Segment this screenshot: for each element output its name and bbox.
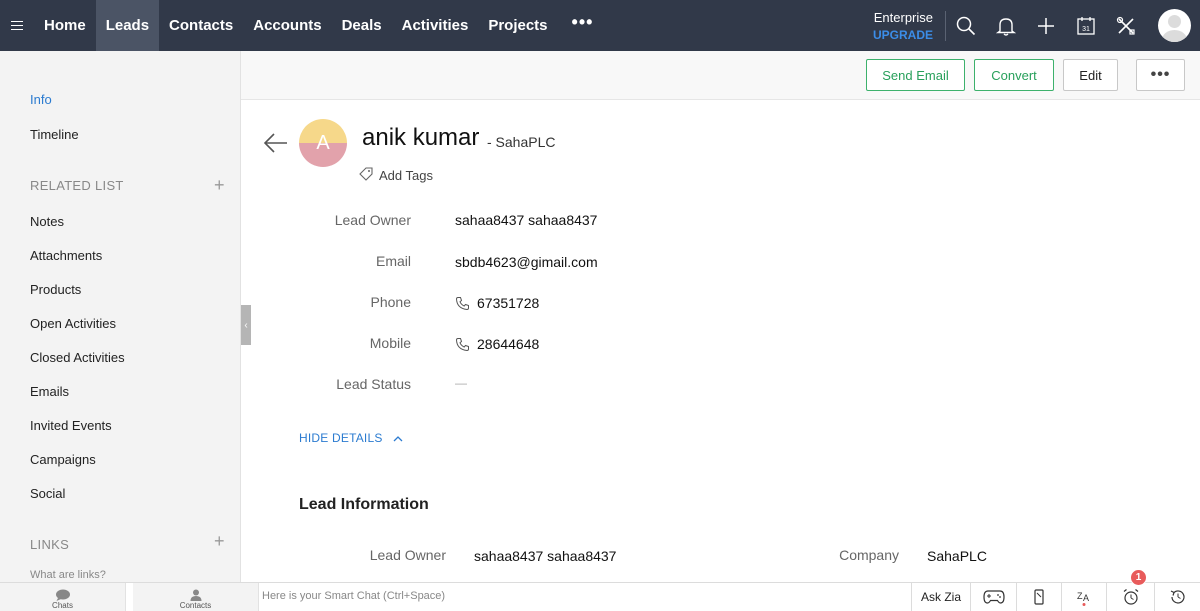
history-icon[interactable]	[1154, 583, 1200, 611]
li-value-company[interactable]: SahaPLC	[927, 548, 987, 564]
user-avatar[interactable]	[1158, 9, 1191, 42]
li-value-lead-owner[interactable]: sahaa8437 sahaa8437	[474, 548, 616, 564]
sidebar-item-closed-activities[interactable]: Closed Activities	[30, 350, 125, 365]
email-text: sbdb4623@gimail.com	[455, 254, 598, 270]
translate-icon[interactable]: ZA	[1061, 583, 1106, 611]
sidebar-item-social[interactable]: Social	[30, 486, 65, 501]
record-company: - SahaPLC	[487, 134, 556, 150]
edition-info: Enterprise UPGRADE	[873, 9, 946, 42]
edit-button[interactable]: Edit	[1063, 59, 1118, 91]
chats-label: Chats	[52, 601, 73, 610]
li-label-lead-owner: Lead Owner	[369, 547, 446, 563]
edition-label: Enterprise	[873, 9, 933, 25]
left-sidebar: Info Timeline RELATED LIST + Notes Attac…	[0, 51, 241, 582]
sidebar-item-campaigns[interactable]: Campaigns	[30, 452, 96, 467]
plus-icon[interactable]	[1026, 0, 1066, 51]
field-label-lead-status: Lead Status	[336, 376, 411, 392]
hamburger-menu-icon[interactable]	[0, 0, 34, 51]
sidebar-item-open-activities[interactable]: Open Activities	[30, 316, 116, 331]
field-label-phone: Phone	[370, 294, 411, 310]
sidebar-item-info[interactable]: Info	[30, 92, 52, 107]
more-actions-button[interactable]: •••	[1136, 59, 1185, 91]
top-navigation-bar: Home Leads Contacts Accounts Deals Activ…	[0, 0, 1200, 51]
nav-tab-leads[interactable]: Leads	[95, 0, 160, 51]
mobile-text: 28644648	[477, 336, 540, 352]
nav-tab-activities[interactable]: Activities	[392, 0, 479, 51]
phone-icon	[455, 337, 469, 351]
lead-owner-text: sahaa8437 sahaa8437	[455, 212, 598, 228]
bottom-right-tools: Ask Zia ZA	[911, 583, 1200, 611]
gamepad-icon[interactable]	[970, 583, 1016, 611]
svg-text:A: A	[1083, 593, 1089, 603]
back-arrow-icon[interactable]	[263, 132, 289, 154]
chats-tab[interactable]: Chats	[0, 583, 126, 611]
related-list-heading: RELATED LIST	[30, 178, 124, 193]
nav-tab-projects[interactable]: Projects	[478, 0, 557, 51]
sidebar-item-products[interactable]: Products	[30, 282, 81, 297]
chat-bubble-icon	[55, 589, 70, 601]
nav-more-button[interactable]: •••	[558, 12, 608, 33]
search-icon[interactable]	[946, 0, 986, 51]
field-label-email: Email	[375, 253, 411, 269]
nav-tab-deals[interactable]: Deals	[332, 0, 392, 51]
mobile-icon[interactable]	[1016, 583, 1061, 611]
field-value-email[interactable]: sbdb4623@gimail.com	[455, 254, 598, 270]
what-are-links-link[interactable]: What are links?	[30, 569, 106, 581]
hide-details-label: HIDE DETAILS	[299, 431, 383, 445]
sidebar-item-invited-events[interactable]: Invited Events	[30, 418, 112, 433]
sidebar-item-timeline[interactable]: Timeline	[30, 127, 79, 142]
contacts-tab[interactable]: Contacts	[133, 583, 259, 611]
setup-tools-icon[interactable]	[1106, 0, 1146, 51]
field-value-mobile[interactable]: 28644648	[455, 336, 539, 352]
field-value-lead-owner[interactable]: sahaa8437 sahaa8437	[455, 212, 597, 228]
field-label-lead-owner: Lead Owner	[334, 212, 411, 228]
send-email-button[interactable]: Send Email	[866, 59, 965, 91]
hide-details-toggle[interactable]: HIDE DETAILS	[299, 431, 403, 445]
sidebar-item-emails[interactable]: Emails	[30, 384, 69, 399]
smart-chat-input[interactable]: Here is your Smart Chat (Ctrl+Space)	[262, 590, 445, 602]
bottom-bar: Chats Contacts Here is your Smart Chat (…	[0, 582, 1200, 611]
related-list-add-icon[interactable]: +	[214, 176, 225, 194]
upgrade-link[interactable]: UPGRADE	[873, 28, 933, 42]
contact-person-icon	[190, 589, 201, 601]
nav-tab-home[interactable]: Home	[34, 0, 96, 51]
phone-text: 67351728	[477, 295, 540, 311]
bell-icon[interactable]	[986, 0, 1026, 51]
calendar-icon[interactable]: 31	[1066, 0, 1106, 51]
record-avatar: A	[299, 119, 347, 167]
notification-count-badge: 1	[1130, 569, 1147, 586]
links-heading: LINKS	[30, 537, 70, 552]
record-name: anik kumar	[362, 124, 480, 151]
field-value-lead-status[interactable]: —	[455, 376, 467, 390]
alarm-clock-icon[interactable]	[1106, 583, 1154, 611]
nav-tab-contacts[interactable]: Contacts	[159, 0, 243, 51]
lead-information-heading: Lead Information	[299, 496, 429, 513]
sidebar-item-notes[interactable]: Notes	[30, 214, 64, 229]
lead-status-text: —	[455, 376, 467, 390]
phone-icon	[455, 296, 469, 310]
tag-icon	[359, 167, 373, 181]
field-value-phone[interactable]: 67351728	[455, 295, 539, 311]
ask-zia-button[interactable]: Ask Zia	[911, 583, 970, 611]
chevron-up-icon	[393, 435, 402, 441]
convert-button[interactable]: Convert	[974, 59, 1054, 91]
record-action-bar: Send Email Convert Edit •••	[241, 51, 1200, 100]
add-tags-link[interactable]: Add Tags	[379, 168, 433, 183]
links-add-icon[interactable]: +	[214, 532, 225, 550]
calendar-day-text: 31	[1082, 26, 1090, 33]
contacts-label: Contacts	[179, 601, 212, 610]
sidebar-item-attachments[interactable]: Attachments	[30, 248, 102, 263]
top-right-tools: Enterprise UPGRADE 31	[873, 0, 1200, 51]
nav-tab-accounts[interactable]: Accounts	[243, 0, 331, 51]
li-label-company: Company	[839, 547, 899, 563]
field-label-mobile: Mobile	[369, 335, 411, 351]
